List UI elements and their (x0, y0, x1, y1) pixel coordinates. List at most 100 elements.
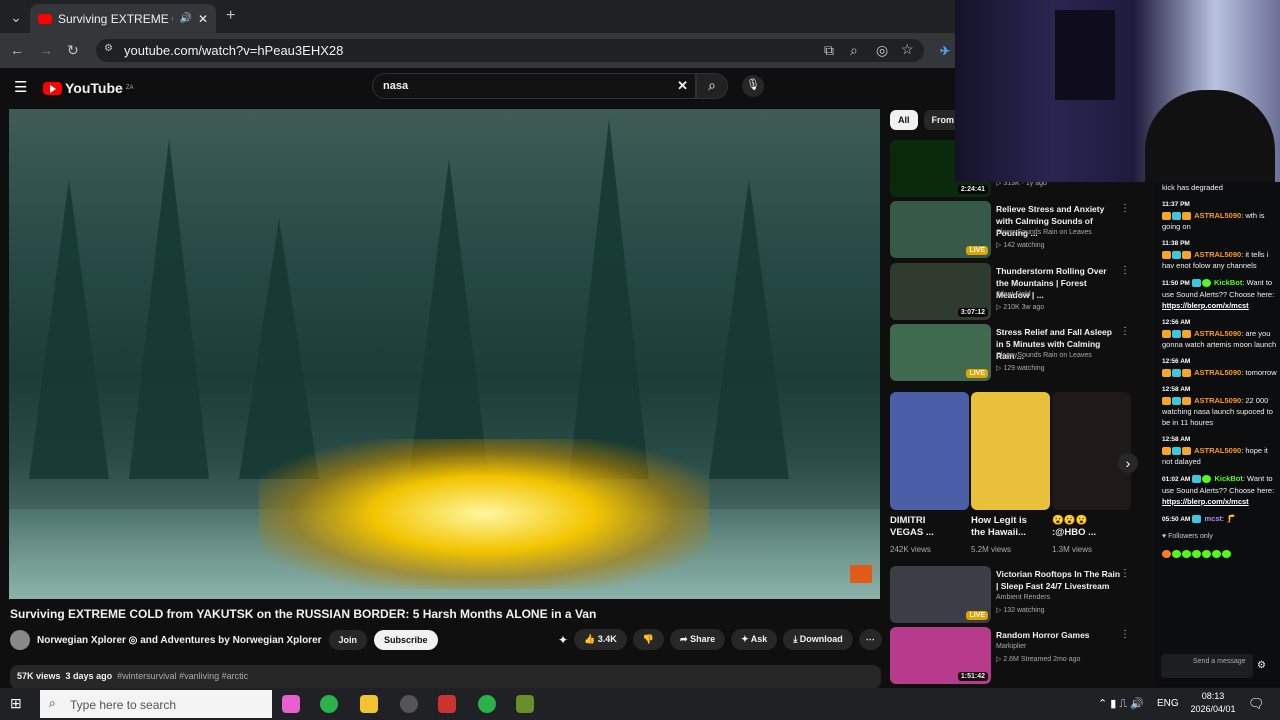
emote-icon[interactable] (1212, 550, 1221, 559)
video-thumbnail[interactable]: LIVE (890, 566, 991, 623)
emote-icon[interactable] (1222, 550, 1231, 559)
video-thumbnail[interactable]: 1:51:42 (890, 627, 991, 684)
tab-list-icon[interactable]: ⌄ (8, 9, 24, 26)
tray-icons[interactable]: ⌃ ▮ ⎍ 🔊 (1098, 697, 1144, 711)
channel-name[interactable]: Silent Field (996, 291, 1031, 298)
short-thumbnail[interactable] (890, 392, 969, 510)
more-actions-icon[interactable]: ⋯ (858, 629, 882, 650)
hashtags[interactable]: #wintersurvival #vanliving #arctic (117, 671, 248, 681)
dislike-button[interactable]: 👎 (632, 629, 665, 650)
chat-username[interactable]: ASTRAL5090 (1194, 396, 1241, 405)
description-box[interactable]: 57K views 3 days ago #wintersurvival #va… (10, 665, 881, 689)
minecraft-icon[interactable] (516, 695, 534, 713)
chat-settings-icon[interactable]: ⚙ (1257, 660, 1266, 671)
language-indicator[interactable]: ENG (1157, 698, 1179, 709)
chat-username[interactable]: mcst (1205, 514, 1223, 523)
emote-icon[interactable] (1172, 550, 1181, 559)
video-thumbnail[interactable]: 3:07:12 (890, 263, 991, 320)
chrome-icon[interactable] (478, 695, 496, 713)
eye-off-icon[interactable]: ◎ (876, 42, 888, 59)
channel-name[interactable]: Ambient Renders (996, 594, 1050, 601)
extension-icon[interactable]: ✈ (940, 44, 950, 58)
emote-bar[interactable] (1155, 548, 1280, 559)
browser-tab[interactable]: Surviving EXTREME COLD fr 🔊 ✕ (30, 4, 216, 33)
recommendation-item[interactable]: LIVE Victorian Rooftops In The Rain | Sl… (890, 566, 1150, 624)
site-info-icon[interactable]: ⚙ (104, 43, 113, 54)
share-button[interactable]: ➦ Share (670, 629, 726, 650)
app-icon[interactable] (438, 695, 456, 713)
menu-icon[interactable]: ☰ (14, 78, 27, 96)
clear-search-icon[interactable]: ✕ (677, 78, 688, 94)
youtube-logo[interactable]: YouTube ZA (43, 80, 133, 96)
chat-username[interactable]: ASTRAL5090 (1194, 446, 1241, 455)
channel-avatar[interactable] (10, 630, 30, 650)
chat-input[interactable]: Send a message (1161, 654, 1253, 678)
install-icon[interactable]: ⧉ (824, 42, 834, 59)
recommendation-item[interactable]: LIVE Relieve Stress and Anxiety with Cal… (890, 201, 1150, 259)
chat-username[interactable]: ASTRAL5090 (1194, 250, 1241, 259)
search-input[interactable]: nasa ✕ (372, 73, 696, 99)
video-player[interactable] (9, 109, 880, 599)
download-button[interactable]: ⤓ Download (783, 629, 853, 650)
video-title[interactable]: Random Horror Games (996, 629, 1121, 641)
chat-link[interactable]: https://blerp.com/x/mcst (1162, 496, 1277, 507)
back-icon[interactable]: ← (10, 42, 24, 58)
video-thumbnail[interactable]: LIVE (890, 324, 991, 381)
short-title[interactable]: DIMITRI VEGAS ... (890, 515, 945, 539)
video-thumbnail[interactable]: LIVE (890, 201, 991, 258)
more-options-icon[interactable]: ⋮ (1120, 326, 1130, 337)
bookmark-star-icon[interactable]: ☆ (901, 41, 914, 58)
emote-icon[interactable] (1182, 550, 1191, 559)
shorts-next-icon[interactable]: › (1118, 453, 1138, 473)
emote-icon[interactable] (1162, 550, 1171, 559)
more-options-icon[interactable]: ⋮ (1120, 629, 1130, 640)
channel-name[interactable]: Markiplier (996, 643, 1026, 650)
chrome-icon[interactable] (320, 695, 338, 713)
search-button[interactable]: ⌕ (696, 73, 728, 99)
notifications-icon[interactable]: 🗨 (1248, 696, 1265, 712)
new-tab-icon[interactable]: + (226, 7, 235, 25)
subscribe-button[interactable]: Subscribe (374, 630, 438, 650)
recommendation-item[interactable]: 3:07:12 Thunderstorm Rolling Over the Mo… (890, 263, 1150, 321)
mic-button[interactable]: 🎙 (742, 75, 764, 97)
short-title[interactable]: How Legit is the Hawaii... (971, 515, 1031, 539)
chat-username[interactable]: ASTRAL5090 (1194, 211, 1241, 220)
chat-username[interactable]: KickBot (1214, 278, 1242, 287)
file-explorer-icon[interactable] (360, 695, 378, 713)
copilot-icon[interactable] (282, 695, 300, 713)
channel-name[interactable]: SleepySounds Rain on Leaves (996, 229, 1092, 236)
forward-icon[interactable]: → (39, 42, 53, 58)
channel-name[interactable]: SleepySounds Rain on Leaves (996, 352, 1092, 359)
taskbar-search[interactable]: ⌕ Type here to search (40, 690, 272, 718)
zoom-icon[interactable]: ⌕ (850, 42, 858, 59)
video-title[interactable]: Victorian Rooftops In The Rain | Sleep F… (996, 568, 1121, 592)
short-thumbnail[interactable] (971, 392, 1050, 510)
chip-all[interactable]: All (890, 110, 918, 130)
short-thumbnail[interactable] (1052, 392, 1131, 510)
join-button[interactable]: Join (328, 630, 368, 650)
chat-username[interactable]: ASTRAL5090 (1194, 368, 1241, 377)
recommendation-item[interactable]: 1:51:42 Random Horror Games Markiplier ▷… (890, 627, 1150, 685)
more-options-icon[interactable]: ⋮ (1120, 265, 1130, 276)
address-bar[interactable]: ⚙ youtube.com/watch?v=hPeau3EHX28 ⧉ ⌕ ◎ … (96, 39, 924, 62)
chat-link[interactable]: https://blerp.com/x/mcst (1162, 300, 1277, 311)
short-title[interactable]: 😮😮😮 :@HBO ... (1052, 515, 1107, 539)
windows-start-icon[interactable]: ⊞ (10, 695, 22, 712)
app-icon[interactable] (400, 695, 418, 713)
more-options-icon[interactable]: ⋮ (1120, 568, 1130, 579)
close-tab-icon[interactable]: ✕ (198, 12, 208, 26)
sparkle-icon[interactable]: ✦ (558, 633, 568, 647)
emote-icon[interactable] (1192, 550, 1201, 559)
audio-icon[interactable]: 🔊 (179, 13, 191, 24)
chat-username[interactable]: KickBot (1215, 474, 1243, 483)
like-button[interactable]: 👍 3.4K (574, 629, 627, 650)
subscribe-watermark-icon[interactable] (850, 565, 872, 583)
channel-name[interactable]: Norwegian Xplorer ◎ and Adventures by No… (37, 635, 322, 646)
more-options-icon[interactable]: ⋮ (1120, 203, 1130, 214)
chat-username[interactable]: ASTRAL5090 (1194, 329, 1241, 338)
clock[interactable]: 08:13 2026/04/01 (1188, 690, 1238, 716)
emote-icon[interactable] (1202, 550, 1211, 559)
reload-icon[interactable]: ↻ (67, 42, 79, 59)
ask-button[interactable]: ✦ Ask (731, 629, 778, 650)
recommendation-item[interactable]: LIVE Stress Relief and Fall Asleep in 5 … (890, 324, 1150, 382)
